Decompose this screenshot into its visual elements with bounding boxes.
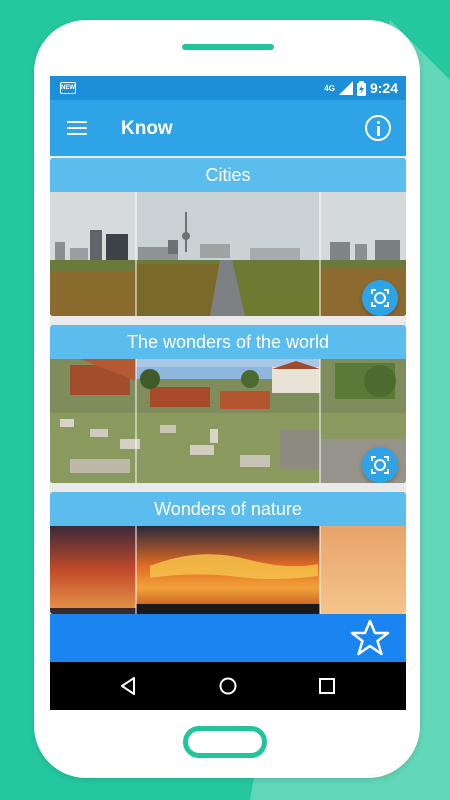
back-icon[interactable] (118, 675, 140, 697)
focus-icon (371, 456, 389, 474)
status-bar: NEW 4G 9:24 (50, 76, 406, 100)
battery-icon (356, 80, 366, 96)
card-cities[interactable]: Cities (50, 158, 406, 316)
focus-button[interactable] (362, 447, 398, 483)
network-label: 4G (324, 83, 335, 93)
bottom-bar (50, 614, 406, 662)
cities-image (50, 192, 406, 316)
phone-speaker (182, 44, 274, 50)
card-wonders-world[interactable]: The wonders of the world (50, 325, 406, 483)
new-badge-icon: NEW (60, 82, 76, 94)
card-title: Cities (50, 158, 406, 192)
signal-icon (338, 81, 353, 95)
sunset-image (50, 526, 406, 614)
card-title: Wonders of nature (50, 492, 406, 526)
ruins-image (50, 359, 406, 483)
system-nav-bar (50, 662, 406, 710)
menu-icon[interactable] (67, 121, 87, 135)
focus-icon (371, 289, 389, 307)
home-icon[interactable] (217, 675, 239, 697)
screen: NEW 4G 9:24 Know Cities The wonders of t… (50, 76, 406, 710)
phone-home-button[interactable] (183, 726, 267, 758)
clock: 9:24 (369, 80, 398, 96)
recents-icon[interactable] (316, 675, 338, 697)
app-title: Know (121, 118, 173, 139)
status-right: 4G 9:24 (324, 80, 398, 96)
card-title: The wonders of the world (50, 325, 406, 359)
star-icon[interactable] (350, 618, 390, 658)
card-wonders-nature[interactable]: Wonders of nature (50, 492, 406, 614)
focus-button[interactable] (362, 280, 398, 316)
app-bar: Know (50, 100, 406, 156)
info-icon[interactable] (365, 115, 391, 141)
